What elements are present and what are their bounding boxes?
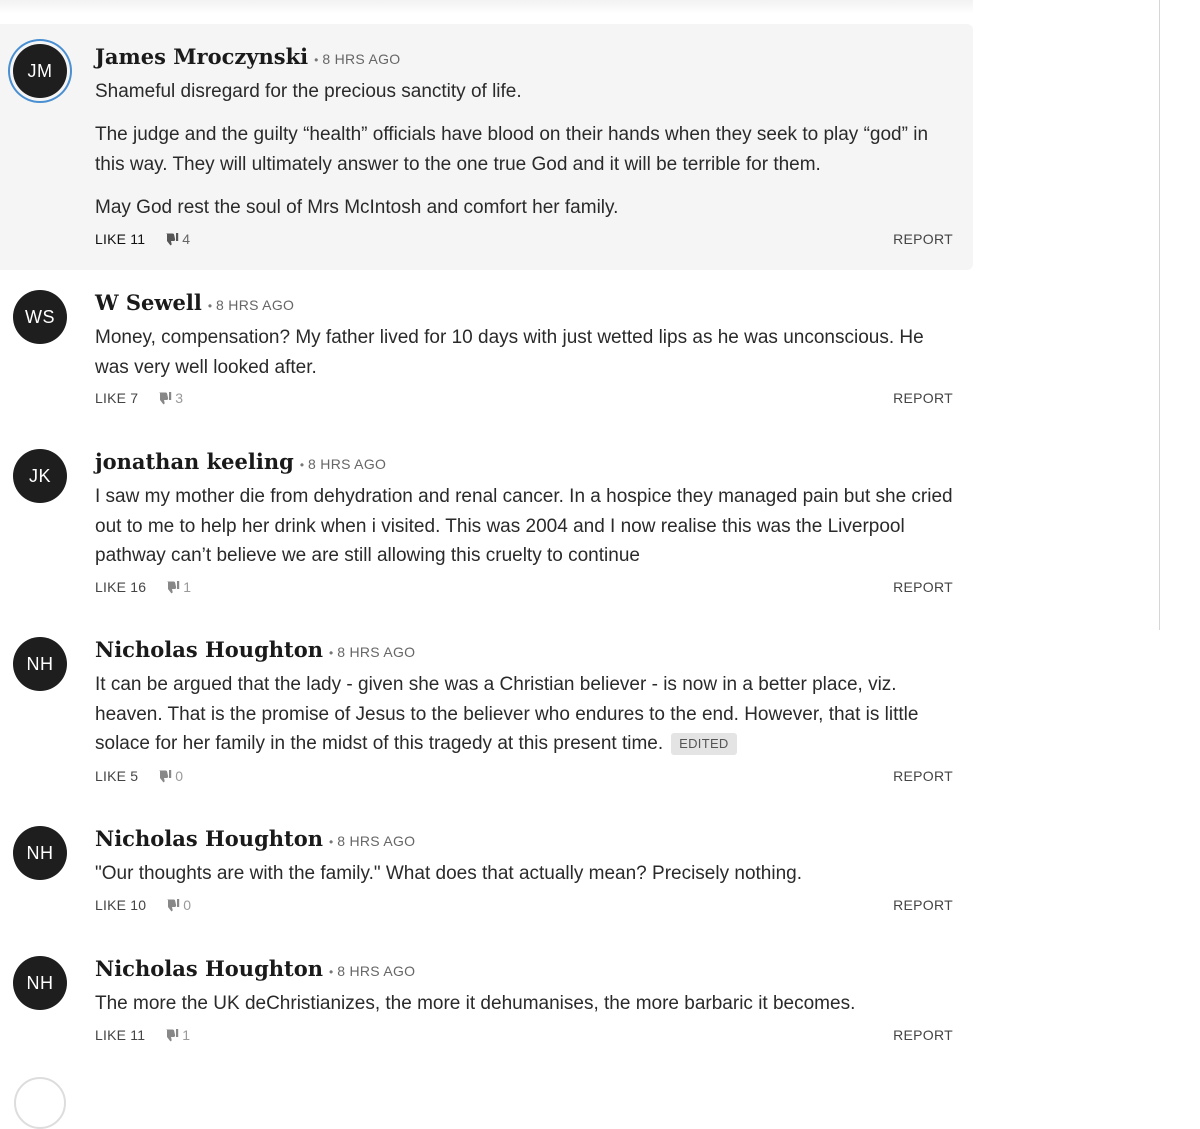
comment-item: NH Nicholas Houghton • 8 HRS AGO "Our th… (0, 806, 973, 926)
avatar[interactable]: NH (13, 826, 67, 880)
avatar[interactable]: JK (13, 449, 67, 503)
dislike-count: 0 (183, 897, 192, 913)
dislike-button[interactable]: 1 (164, 579, 191, 595)
separator-dot: • (299, 458, 305, 472)
comment-paragraph: The judge and the guilty “health” offici… (95, 124, 929, 175)
separator-dot: • (329, 835, 334, 849)
author-name[interactable]: Nicholas Houghton (95, 826, 323, 851)
dislike-count: 4 (182, 231, 190, 247)
avatar[interactable]: JM (13, 44, 67, 98)
comment-header: Nicholas Houghton • 8 HRS AGO (95, 637, 415, 662)
comment-actions: LIKE 7 3 REPORT (95, 390, 953, 406)
comment-paragraph: It can be argued that the lady - given s… (95, 670, 961, 759)
report-button[interactable]: REPORT (893, 897, 953, 913)
comment-paragraph: Shameful disregard for the precious sanc… (95, 81, 522, 102)
separator-dot: • (329, 646, 334, 660)
timestamp: 8 HRS AGO (337, 963, 416, 979)
comment-item: NH Nicholas Houghton • 8 HRS AGO The mor… (0, 935, 973, 1055)
dislike-button[interactable]: 0 (164, 897, 191, 913)
dislike-count: 1 (182, 1027, 190, 1043)
thumbs-down-icon (164, 1029, 179, 1042)
next-avatar-edge (14, 1077, 66, 1129)
comment-item: NH Nicholas Houghton • 8 HRS AGO It can … (0, 617, 973, 797)
comment-actions: LIKE 11 1 REPORT (95, 1027, 953, 1043)
avatar[interactable]: NH (13, 637, 67, 691)
comment-body: Shameful disregard for the precious sanc… (95, 77, 961, 222)
timestamp: 8 HRS AGO (216, 297, 295, 313)
dislike-button[interactable]: 4 (163, 231, 190, 247)
like-button[interactable]: LIKE 11 (95, 1027, 145, 1043)
like-button[interactable]: LIKE 16 (95, 579, 146, 595)
comment-item: JM James Mroczynski • 8 HRS AGO Shameful… (0, 24, 973, 270)
dislike-button[interactable]: 3 (156, 390, 183, 406)
thumbs-down-icon (165, 581, 180, 594)
comment-header: Nicholas Houghton • 8 HRS AGO (95, 826, 415, 851)
comment-header: jonathan keeling • 8 HRS AGO (95, 449, 386, 474)
report-button[interactable]: REPORT (893, 579, 953, 595)
comment-paragraph: The more the UK deChristianizes, the mor… (95, 993, 856, 1014)
comment-actions: LIKE 10 0 REPORT (95, 897, 953, 913)
comment-header: James Mroczynski • 8 HRS AGO (95, 44, 400, 69)
dislike-count: 3 (175, 390, 184, 406)
timestamp: 8 HRS AGO (337, 644, 416, 660)
author-name[interactable]: jonathan keeling (95, 449, 294, 474)
like-button[interactable]: LIKE 10 (95, 897, 146, 913)
thumbs-down-icon (164, 233, 179, 246)
author-name[interactable]: Nicholas Houghton (95, 637, 323, 662)
dislike-button[interactable]: 1 (163, 1027, 190, 1043)
comment-body: I saw my mother die from dehydration and… (95, 482, 961, 571)
comment-actions: LIKE 11 4 REPORT (95, 231, 953, 247)
previous-comment-edge (0, 0, 973, 14)
timestamp: 8 HRS AGO (337, 833, 416, 849)
thumbs-down-icon (165, 899, 180, 912)
comment-item: JK jonathan keeling • 8 HRS AGO I saw my… (0, 428, 973, 608)
comment-body: "Our thoughts are with the family." What… (95, 859, 961, 889)
like-button[interactable]: LIKE 5 (95, 768, 138, 784)
separator-dot: • (314, 53, 319, 67)
separator-dot: • (207, 299, 213, 313)
comment-paragraph: "Our thoughts are with the family." What… (95, 863, 802, 884)
thumbs-down-icon (157, 770, 172, 783)
timestamp: 8 HRS AGO (322, 51, 401, 67)
avatar[interactable]: NH (13, 956, 67, 1010)
report-button[interactable]: REPORT (893, 390, 953, 406)
like-button[interactable]: LIKE 11 (95, 231, 145, 247)
comment-paragraph: Money, compensation? My father lived for… (95, 327, 924, 378)
comment-body: The more the UK deChristianizes, the mor… (95, 989, 961, 1019)
like-button[interactable]: LIKE 7 (95, 390, 138, 406)
comment-text: It can be argued that the lady - given s… (95, 674, 919, 754)
comment-paragraph: May God rest the soul of Mrs McIntosh an… (95, 196, 619, 218)
avatar[interactable]: WS (13, 290, 67, 344)
timestamp: 8 HRS AGO (308, 456, 387, 472)
dislike-count: 1 (183, 579, 192, 595)
comment-item: WS W Sewell • 8 HRS AGO Money, compensat… (0, 270, 973, 420)
separator-dot: • (329, 965, 334, 979)
thumbs-down-icon (157, 392, 172, 405)
author-name[interactable]: James Mroczynski (95, 44, 308, 69)
comment-body: It can be argued that the lady - given s… (95, 670, 961, 759)
report-button[interactable]: REPORT (893, 231, 953, 247)
dislike-button[interactable]: 0 (156, 768, 183, 784)
comment-paragraph: I saw my mother die from dehydration and… (95, 486, 953, 566)
report-button[interactable]: REPORT (893, 1027, 953, 1043)
comment-actions: LIKE 5 0 REPORT (95, 768, 953, 784)
scroll-divider (1159, 0, 1160, 630)
report-button[interactable]: REPORT (893, 768, 953, 784)
comment-actions: LIKE 16 1 REPORT (95, 579, 953, 595)
dislike-count: 0 (175, 768, 184, 784)
author-name[interactable]: W Sewell (95, 290, 202, 315)
comment-header: Nicholas Houghton • 8 HRS AGO (95, 956, 415, 981)
author-name[interactable]: Nicholas Houghton (95, 956, 323, 981)
comment-body: Money, compensation? My father lived for… (95, 323, 961, 382)
comment-header: W Sewell • 8 HRS AGO (95, 290, 294, 315)
edited-badge: EDITED (671, 733, 737, 755)
